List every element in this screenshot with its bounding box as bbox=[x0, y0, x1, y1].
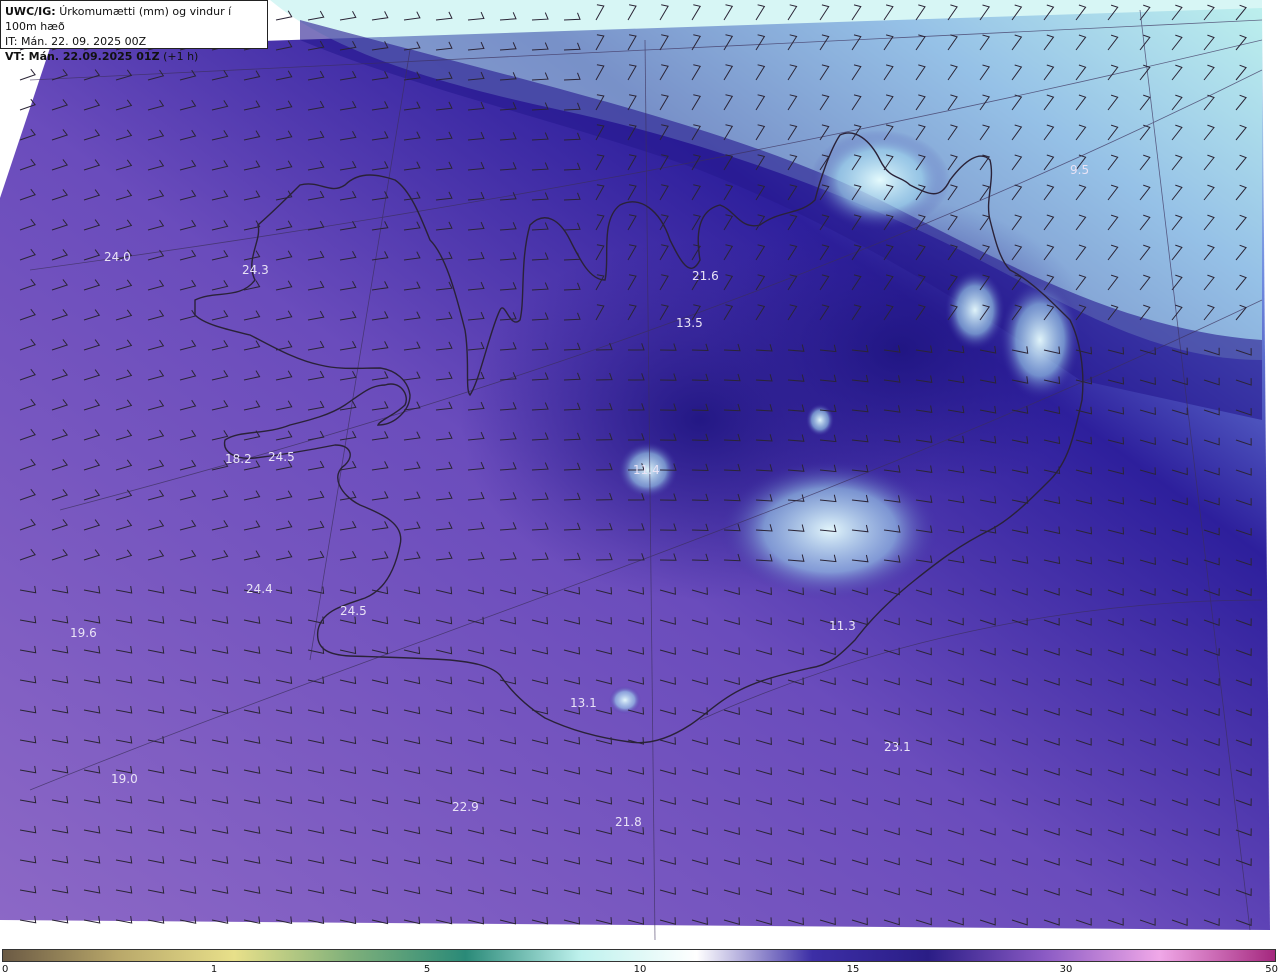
colorbar-tick-label: 0 bbox=[2, 964, 9, 975]
valid-time: VT: Mán. 22.09.2025 01Z bbox=[5, 50, 160, 63]
colorbar: 0 1 5 10 15 30 50 bbox=[0, 948, 1280, 978]
precipitable-water-map: 24.0 24.3 21.6 13.5 18.2 24.5 11.4 24.4 … bbox=[0, 0, 1270, 941]
colorbar-tick-label: 1 bbox=[210, 964, 218, 975]
bright-blob bbox=[806, 404, 834, 436]
map-title-box: UWC/IG: Úrkomumætti (mm) og vindur í 100… bbox=[0, 0, 268, 63]
value-label: 23.1 bbox=[884, 740, 911, 754]
bright-blob bbox=[609, 686, 641, 714]
value-label: 19.6 bbox=[70, 626, 97, 640]
bright-blob bbox=[810, 130, 950, 230]
title-line: UWC/IG: Úrkomumætti (mm) og vindur í 100… bbox=[5, 4, 263, 34]
value-label: 13.5 bbox=[676, 316, 703, 330]
value-label: 18.2 bbox=[225, 452, 252, 466]
value-label: 24.5 bbox=[268, 450, 295, 464]
lead-time: (+1 h) bbox=[163, 50, 199, 63]
value-label: 11.3 bbox=[829, 619, 856, 633]
valid-time-line: VT: Mán. 22.09.2025 01Z (+1 h) bbox=[5, 49, 263, 64]
value-label: 21.8 bbox=[615, 815, 642, 829]
colorbar-tick-label: 30 bbox=[1059, 964, 1073, 975]
colorbar-tick-label: 50 bbox=[1265, 964, 1278, 975]
colorbar-tick-label: 15 bbox=[846, 964, 860, 975]
bright-blob bbox=[1000, 280, 1080, 400]
colorbar-strip bbox=[2, 949, 1276, 962]
value-label: 24.4 bbox=[246, 582, 273, 596]
map-panel: 24.0 24.3 21.6 13.5 18.2 24.5 11.4 24.4 … bbox=[0, 0, 1280, 948]
value-label: 11.4 bbox=[633, 463, 660, 477]
value-label: 21.6 bbox=[692, 269, 719, 283]
value-label: 22.9 bbox=[452, 800, 479, 814]
bright-blob bbox=[720, 460, 940, 600]
initial-time: IT: Mán. 22. 09. 2025 00Z bbox=[5, 35, 147, 48]
value-label: 19.0 bbox=[111, 772, 138, 786]
colorbar-tick-label: 5 bbox=[423, 964, 431, 975]
wind-barb bbox=[275, 10, 293, 21]
wind-barb bbox=[19, 68, 36, 81]
value-label: 13.1 bbox=[570, 696, 597, 710]
value-label: 24.0 bbox=[104, 250, 131, 264]
value-label: 9.5 bbox=[1070, 163, 1089, 177]
colorbar-tick-label: 10 bbox=[633, 964, 647, 975]
value-label: 24.3 bbox=[242, 263, 269, 277]
value-label: 24.5 bbox=[340, 604, 367, 618]
model-name: UWC/IG: bbox=[5, 5, 56, 18]
